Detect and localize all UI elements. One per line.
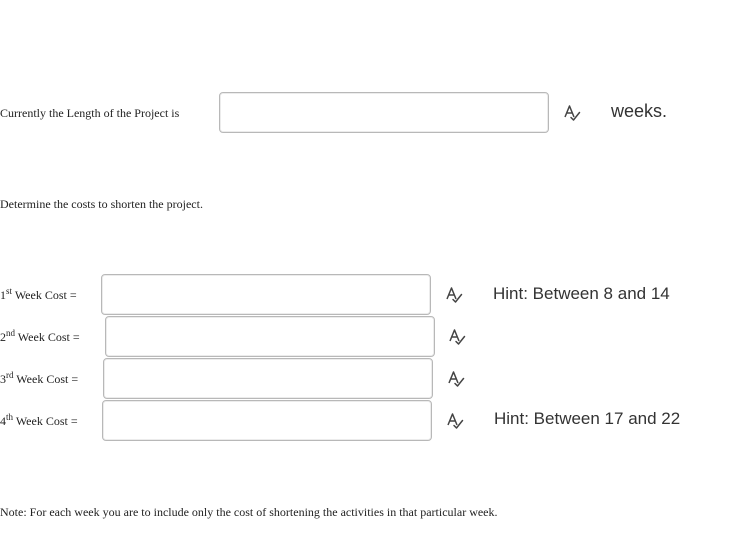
week-4-label-text: Week Cost = bbox=[15, 414, 78, 428]
week-4-cost-input[interactable] bbox=[102, 400, 432, 441]
week-1-suffix: st bbox=[6, 286, 13, 296]
week-2-label-text: Week Cost = bbox=[17, 330, 80, 344]
spellcheck-icon[interactable] bbox=[446, 412, 464, 430]
note-text: Note: For each week you are to include o… bbox=[0, 505, 498, 519]
week-4-suffix: th bbox=[6, 412, 14, 422]
spellcheck-icon[interactable] bbox=[445, 286, 463, 304]
spellcheck-icon[interactable] bbox=[448, 328, 466, 346]
week-4-label: 4th Week Cost = bbox=[0, 412, 78, 429]
project-length-label: Currently the Length of the Project is bbox=[0, 106, 179, 121]
week-3-label-text: Week Cost = bbox=[16, 372, 79, 386]
week-4-hint: Hint: Between 17 and 22 bbox=[494, 409, 681, 428]
weeks-unit: weeks. bbox=[611, 101, 668, 121]
week-2-suffix: nd bbox=[6, 328, 15, 338]
project-length-input[interactable] bbox=[219, 92, 549, 133]
week-3-cost-input[interactable] bbox=[103, 358, 433, 399]
week-1-hint: Hint: Between 8 and 14 bbox=[493, 284, 670, 303]
spellcheck-icon[interactable] bbox=[447, 370, 465, 388]
week-2-label: 2nd Week Cost = bbox=[0, 328, 80, 345]
week-3-suffix: rd bbox=[6, 370, 14, 380]
week-1-cost-input[interactable] bbox=[101, 274, 431, 315]
week-3-label: 3rd Week Cost = bbox=[0, 370, 79, 387]
instruction-text: Determine the costs to shorten the proje… bbox=[0, 197, 203, 211]
spellcheck-icon[interactable] bbox=[563, 104, 581, 122]
project-length-label-text: Currently the Length of the Project is bbox=[0, 106, 180, 120]
week-1-label-text: Week Cost = bbox=[14, 288, 77, 302]
week-2-cost-input[interactable] bbox=[105, 316, 435, 357]
week-1-label: 1st Week Cost = bbox=[0, 286, 77, 303]
